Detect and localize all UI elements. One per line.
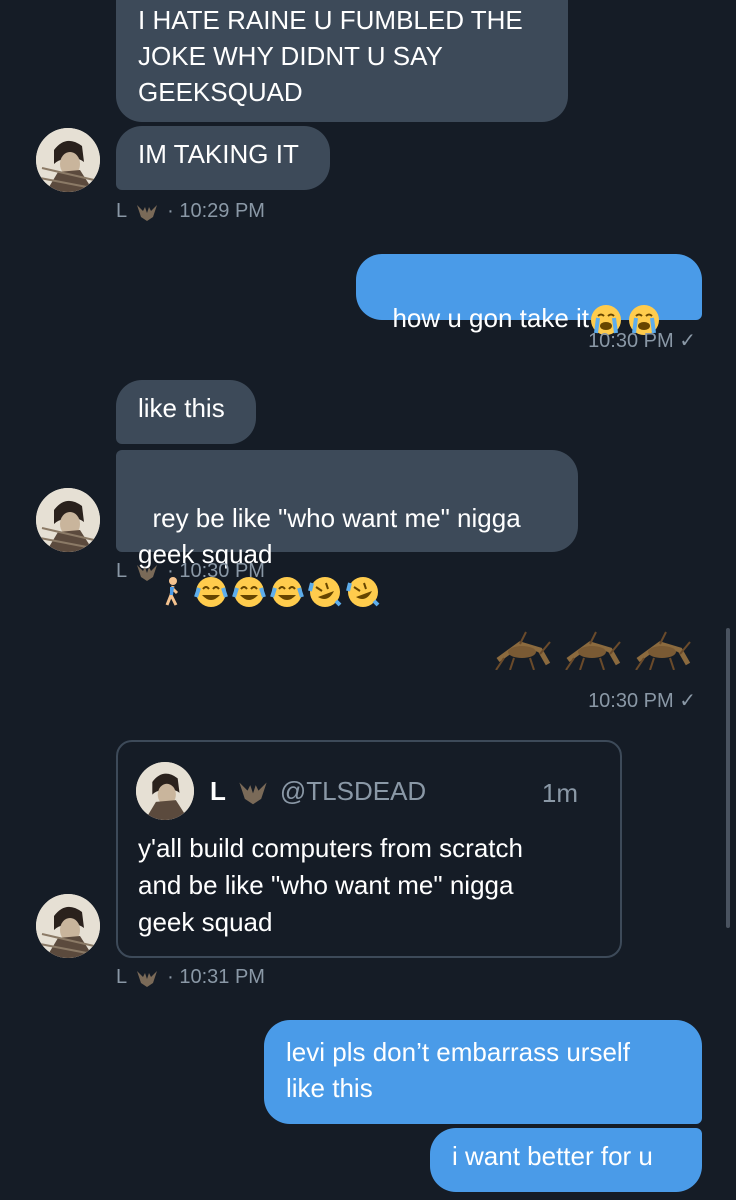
quoted-tweet-text: y'all build computers from scratch and b…	[138, 833, 523, 937]
checkmark-icon: ✓	[679, 690, 696, 712]
bat-icon	[137, 564, 158, 581]
avatar-image	[36, 488, 100, 552]
face-with-tears-of-joy-icon	[270, 577, 305, 608]
cricket-icon	[565, 631, 621, 670]
cricket-icon	[495, 631, 551, 670]
scrollbar[interactable]	[726, 628, 730, 928]
message-bubble[interactable]: rey be like "who want me" nigga geek squ…	[116, 450, 578, 608]
message-meta: L · 10:29 PM	[116, 200, 265, 223]
avatar[interactable]	[36, 488, 100, 552]
message-meta: L · 10:30 PM	[116, 560, 265, 583]
timestamp: 10:30 PM	[588, 690, 674, 712]
sender-name: L	[116, 560, 128, 582]
message-bubble[interactable]: i want better for u	[430, 1128, 702, 1192]
message-meta: 10:30 PM ✓	[588, 688, 696, 713]
bat-icon	[137, 970, 158, 987]
quoted-tweet-header: L @TLSDEAD	[210, 776, 426, 807]
bat-icon	[137, 204, 158, 221]
sender-name: L	[116, 200, 128, 222]
sender-name: L	[116, 966, 128, 988]
message-meta: L · 10:31 PM	[116, 966, 265, 989]
avatar[interactable]	[36, 128, 100, 192]
avatar-image	[36, 128, 100, 192]
timestamp: 10:30 PM	[588, 330, 674, 352]
message-bubble[interactable]: IM TAKING IT	[116, 126, 330, 190]
quoted-tweet-handle: @TLSDEAD	[279, 776, 427, 806]
rolling-on-the-floor-laughing-icon	[346, 577, 380, 608]
bat-icon	[239, 781, 267, 804]
quoted-tweet-card[interactable]: L @TLSDEAD 1m y'all build computers from…	[116, 740, 622, 958]
quoted-tweet-age: 1m	[541, 778, 578, 808]
avatar[interactable]	[36, 894, 100, 958]
message-bubble[interactable]: I HATE RAINE U FUMBLED THE JOKE WHY DIDN…	[116, 0, 568, 122]
message-bubble[interactable]: like this	[116, 380, 256, 444]
checkmark-icon: ✓	[679, 330, 696, 352]
avatar-image	[36, 894, 100, 958]
timestamp: · 10:30 PM	[167, 560, 265, 582]
avatar-image	[136, 762, 194, 820]
cricket-icon	[635, 631, 691, 670]
message-bubble[interactable]: levi pls don’t embarrass urself like thi…	[264, 1020, 702, 1124]
message-bubble[interactable]: how u gon take it	[356, 254, 702, 336]
message-meta: 10:30 PM ✓	[588, 328, 696, 353]
timestamp: · 10:31 PM	[167, 966, 265, 988]
emoji-message[interactable]	[490, 630, 694, 670]
message-text: how u gon take it	[392, 303, 590, 333]
rolling-on-the-floor-laughing-icon	[308, 577, 342, 608]
timestamp: · 10:29 PM	[167, 200, 265, 222]
quoted-tweet-name: L	[210, 776, 226, 806]
quoted-tweet-avatar	[136, 762, 194, 820]
